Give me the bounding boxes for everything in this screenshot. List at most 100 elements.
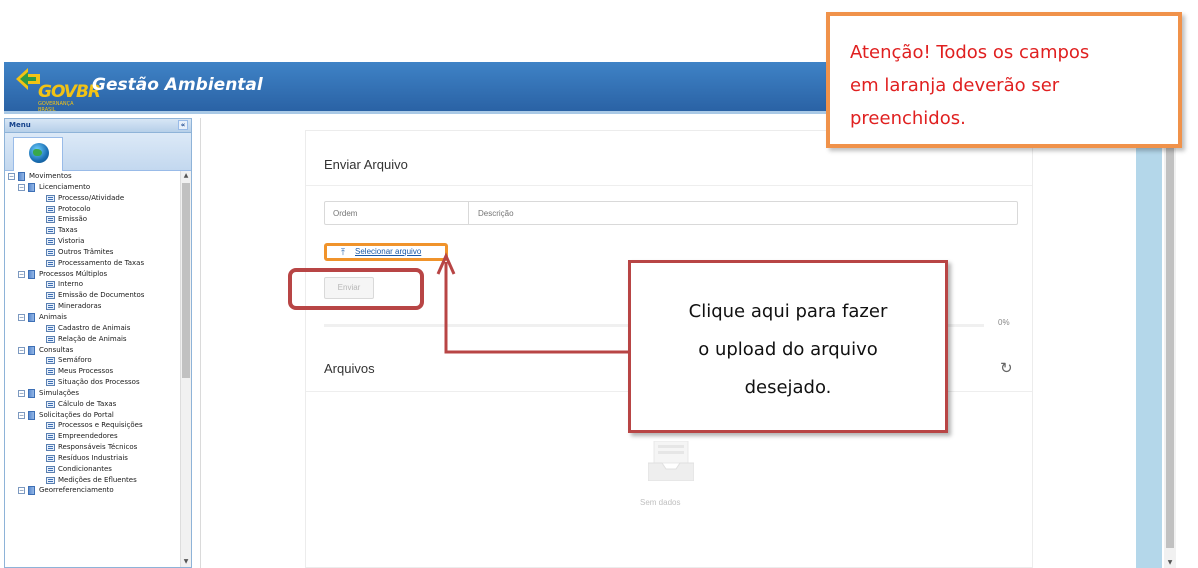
menu-header: Menu « (5, 119, 191, 133)
menu-group[interactable]: − Solicitações do Portal (5, 410, 181, 421)
menu-group[interactable]: − Processos Múltiplos (5, 269, 181, 280)
menu-item-icon (46, 324, 55, 332)
menu-item[interactable]: Empreendedores (5, 431, 181, 442)
select-file-button[interactable]: ⤒ Selecionar arquivo (324, 243, 448, 261)
menu-item[interactable]: Meus Processos (5, 366, 181, 377)
select-file-label: Selecionar arquivo (355, 247, 422, 256)
menu-item-label: Emissão de Documentos (58, 291, 145, 300)
menu-group[interactable]: − Consultas (5, 345, 181, 356)
logo-arrow-icon (16, 68, 40, 90)
empty-inbox-icon (648, 441, 694, 481)
folder-icon (28, 182, 35, 192)
menu-item-label: Meus Processos (58, 367, 114, 376)
menu-item[interactable]: Condicionantes (5, 464, 181, 475)
menu-item-label: Processos Múltiplos (39, 269, 108, 278)
menu-group[interactable]: − Licenciamento (5, 182, 181, 193)
menu-group[interactable]: − Movimentos (5, 171, 181, 182)
menu-group[interactable]: − Animais (5, 312, 181, 323)
govbr-logo: GOVBR GOVERNANÇA BRASIL (14, 68, 101, 113)
collapse-node-icon[interactable]: − (18, 487, 25, 495)
menu-item[interactable]: Emissão (5, 214, 181, 225)
menu-item[interactable]: Resíduos Industriais (5, 453, 181, 464)
menu-item-icon (46, 227, 55, 235)
instruction-line: Clique aqui para fazer (688, 301, 888, 322)
menu-item[interactable]: Outros Trâmites (5, 247, 181, 258)
menu-item[interactable]: Responsáveis Técnicos (5, 442, 181, 453)
menu-item[interactable]: Situação dos Processos (5, 377, 181, 388)
menu-item-label: Solicitações do Portal (39, 410, 114, 419)
menu-item-label: Processamento de Taxas (58, 258, 145, 267)
menu-item-label: Vistoria (58, 237, 85, 246)
instruction-line: desejado. (744, 377, 832, 398)
main-scrollbar[interactable]: ▼ (1164, 118, 1176, 568)
folder-icon (28, 312, 35, 322)
collapse-sidebar-button[interactable]: « (178, 120, 188, 130)
main-scroll-thumb[interactable] (1166, 144, 1174, 548)
menu-item-label: Situação dos Processos (58, 378, 140, 387)
menu-item-label: Consultas (39, 345, 74, 354)
warning-line: preenchidos. (850, 108, 966, 129)
collapse-node-icon[interactable]: − (18, 270, 25, 278)
menu-item-label: Semáforo (58, 356, 92, 365)
logo-text: GOVBR (38, 82, 101, 102)
folder-icon (28, 345, 35, 355)
menu-item-icon (46, 368, 55, 376)
menu-item-icon (46, 259, 55, 267)
collapse-node-icon[interactable]: − (18, 411, 25, 419)
scroll-down-icon[interactable]: ▼ (1164, 559, 1176, 566)
sidebar-menu: Menu « − Movimentos − Licenciamento Processo… (4, 118, 192, 568)
menu-item[interactable]: Protocolo (5, 204, 181, 215)
collapse-node-icon[interactable]: − (18, 183, 25, 191)
send-button[interactable]: Enviar (324, 277, 374, 299)
warning-line: Atenção! Todos os campos (850, 42, 1090, 63)
menu-item[interactable]: Mineradoras (5, 301, 181, 312)
collapse-node-icon[interactable]: − (18, 313, 25, 321)
menu-group[interactable]: − Georreferenciamento (5, 485, 181, 496)
menu-item[interactable]: Processamento de Taxas (5, 258, 181, 269)
menu-item-label: Condicionantes (58, 464, 112, 473)
menu-item-label: Medições de Efluentes (58, 475, 137, 484)
ordem-input[interactable] (325, 202, 469, 224)
sidebar-scrollbar[interactable]: ▲ ▼ (180, 171, 191, 567)
menu-item[interactable]: Medições de Efluentes (5, 475, 181, 486)
menu-item[interactable]: Cadastro de Animais (5, 323, 181, 334)
menu-item-icon (46, 248, 55, 256)
menu-item[interactable]: Processos e Requisições (5, 420, 181, 431)
menu-item-label: Outros Trâmites (58, 247, 114, 256)
menu-item[interactable]: Relação de Animais (5, 334, 181, 345)
menu-item-icon (46, 303, 55, 311)
descricao-input[interactable] (470, 202, 1017, 224)
menu-item[interactable]: Vistoria (5, 236, 181, 247)
scroll-down-icon[interactable]: ▼ (181, 557, 191, 567)
collapse-node-icon[interactable]: − (18, 346, 25, 354)
upload-icon: ⤒ (341, 247, 345, 257)
collapse-node-icon[interactable]: − (8, 173, 15, 180)
menu-item-label: Animais (39, 312, 67, 321)
globe-icon (29, 143, 49, 163)
menu-item-label: Licenciamento (39, 182, 91, 191)
menu-item-icon (46, 465, 55, 473)
menu-item-label: Protocolo (58, 204, 91, 213)
upload-title: Enviar Arquivo (324, 157, 408, 172)
progress-text: 0% (998, 318, 1010, 327)
menu-group[interactable]: − Simulações (5, 388, 181, 399)
collapse-node-icon[interactable]: − (18, 389, 25, 397)
menu-item[interactable]: Processo/Atividade (5, 193, 181, 204)
menu-item-icon (46, 205, 55, 213)
menu-item[interactable]: Cálculo de Taxas (5, 399, 181, 410)
menu-item[interactable]: Taxas (5, 225, 181, 236)
tab-navigation[interactable] (13, 137, 63, 171)
menu-item-label: Cadastro de Animais (58, 323, 131, 332)
menu-item-label: Mineradoras (58, 302, 102, 311)
menu-item[interactable]: Interno (5, 279, 181, 290)
scroll-up-icon[interactable]: ▲ (181, 171, 191, 181)
menu-item[interactable]: Emissão de Documentos (5, 290, 181, 301)
folder-icon (28, 388, 35, 398)
folder-icon (28, 410, 35, 420)
menu-title: Menu (9, 121, 31, 129)
refresh-icon[interactable]: ↻ (1000, 359, 1013, 377)
menu-item-icon (46, 476, 55, 484)
menu-item[interactable]: Semáforo (5, 355, 181, 366)
empty-state-text: Sem dados (640, 498, 681, 507)
sidebar-scroll-thumb[interactable] (182, 183, 190, 378)
